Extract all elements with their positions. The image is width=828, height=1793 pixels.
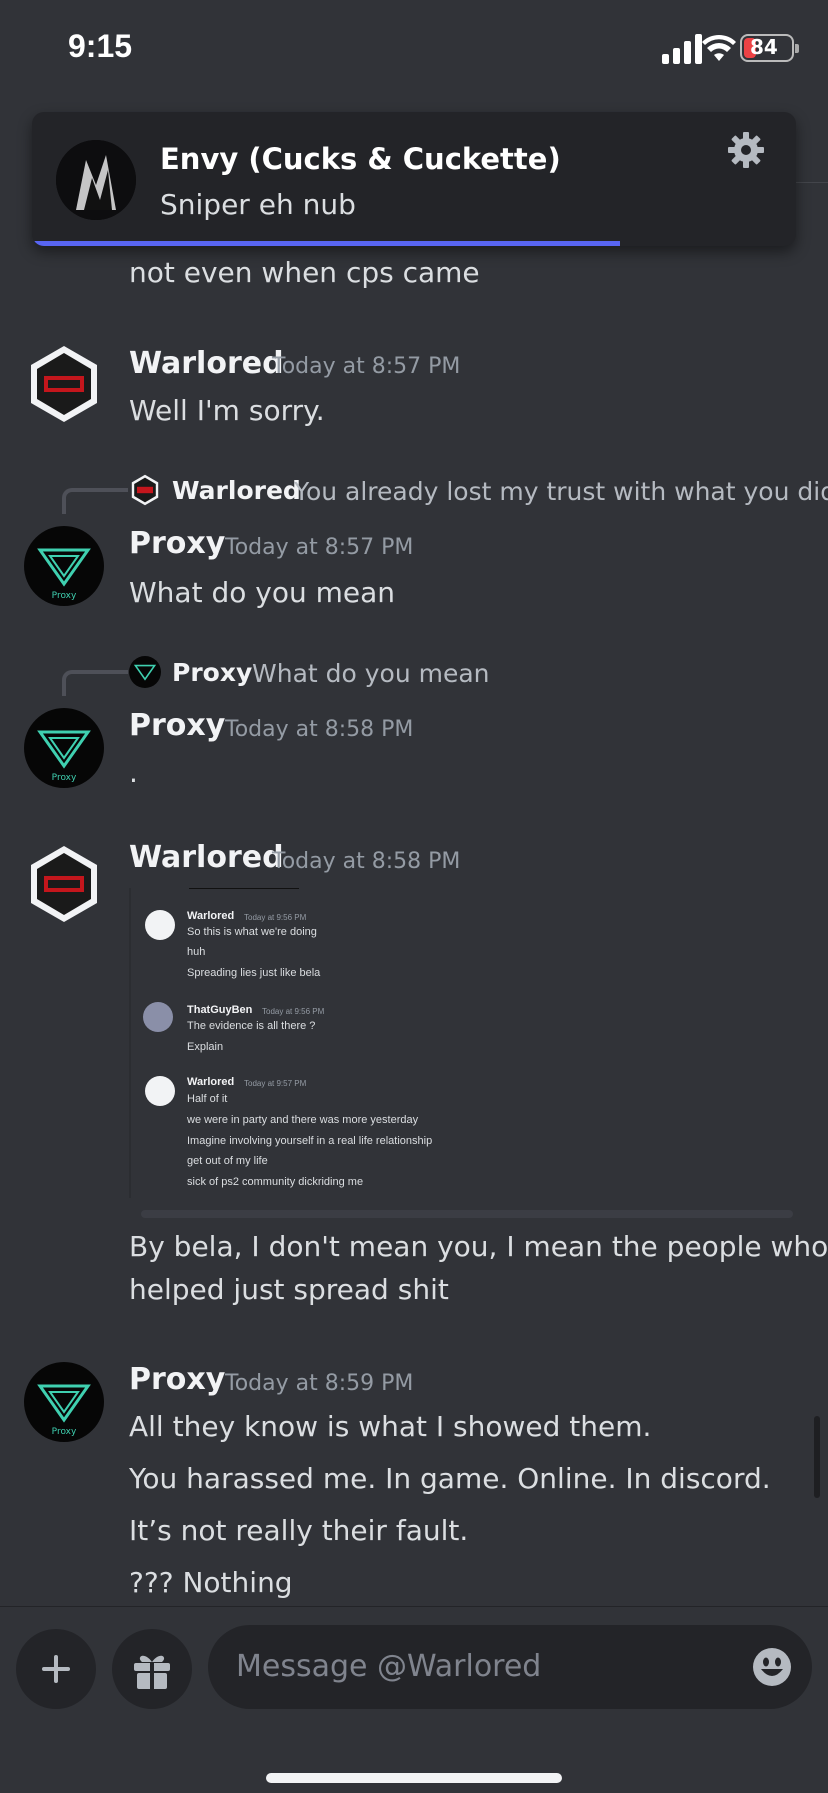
message-author[interactable]: Warlored bbox=[129, 346, 284, 381]
add-attachment-button[interactable] bbox=[16, 1629, 96, 1709]
svg-text:Proxy: Proxy bbox=[52, 773, 77, 783]
message-text: You harassed me. In game. Online. In dis… bbox=[129, 1462, 771, 1495]
signal-icon bbox=[662, 34, 702, 64]
message-text: All they know is what I showed them. bbox=[129, 1410, 652, 1443]
reply-avatar bbox=[129, 656, 161, 688]
reply-avatar bbox=[129, 474, 161, 506]
warlored-avatar-icon bbox=[31, 846, 97, 922]
message-author[interactable]: Proxy bbox=[129, 526, 225, 561]
embed-line: we were in party and there was more yest… bbox=[187, 1114, 419, 1126]
message-author[interactable]: Proxy bbox=[129, 1362, 225, 1397]
message-text: helped just spread shit bbox=[129, 1273, 449, 1306]
battery-level: 84 bbox=[750, 35, 778, 59]
gift-icon bbox=[134, 1655, 170, 1689]
embed-line: huh bbox=[187, 946, 206, 958]
proxy-avatar-icon bbox=[133, 664, 157, 681]
message-timestamp: Today at 8:59 PM bbox=[225, 1371, 414, 1396]
message-text: not even when cps came bbox=[129, 256, 480, 289]
message-input[interactable]: Message @Warlored bbox=[208, 1625, 812, 1709]
scrollbar[interactable] bbox=[814, 1416, 820, 1498]
svg-text:Proxy: Proxy bbox=[52, 591, 77, 601]
avatar[interactable]: Proxy bbox=[24, 1362, 104, 1442]
embed-line: Imagine involving yourself in a real lif… bbox=[187, 1135, 433, 1147]
message-timestamp: Today at 8:57 PM bbox=[272, 354, 461, 379]
avatar[interactable]: Proxy bbox=[24, 708, 104, 788]
message-timestamp: Today at 8:57 PM bbox=[225, 535, 414, 560]
embed-author: Warlored bbox=[187, 1076, 235, 1088]
message-text: Well I'm sorry. bbox=[129, 394, 325, 427]
battery-icon: 84 bbox=[740, 34, 799, 62]
embed-line: Spreading lies just like bela bbox=[187, 967, 321, 979]
embed-author: Warlored bbox=[187, 910, 235, 922]
warlored-avatar-icon bbox=[31, 346, 97, 422]
reply-preview[interactable]: You already lost my trust with what you … bbox=[294, 477, 828, 506]
notification-progress bbox=[32, 241, 621, 246]
message-input-placeholder: Message @Warlored bbox=[236, 1649, 542, 1684]
reply-connector bbox=[62, 670, 128, 696]
notification-avatar bbox=[56, 140, 136, 220]
message-text: ??? Nothing bbox=[129, 1566, 293, 1599]
image-attachment[interactable]: Warlored Today at 9:56 PM So this is wha… bbox=[129, 888, 793, 1220]
reply-preview[interactable]: What do you mean bbox=[252, 659, 490, 688]
avatar[interactable]: Proxy bbox=[24, 526, 104, 606]
embed-line: So this is what we're doing bbox=[187, 926, 317, 938]
embed-timestamp: Today at 9:56 PM bbox=[262, 1007, 325, 1016]
message-text: It’s not really their fault. bbox=[129, 1514, 469, 1547]
reply-author[interactable]: Warlored bbox=[172, 476, 301, 505]
wifi-icon bbox=[702, 34, 736, 61]
message-author[interactable]: Warlored bbox=[129, 840, 284, 875]
embed-line: get out of my life bbox=[187, 1155, 268, 1167]
embed-line: The evidence is all there ? bbox=[187, 1020, 316, 1032]
envy-avatar-icon bbox=[56, 140, 136, 220]
embed-author: ThatGuyBen bbox=[187, 1004, 253, 1016]
message-text: . bbox=[129, 756, 138, 789]
avatar[interactable] bbox=[24, 844, 104, 924]
reply-author[interactable]: Proxy bbox=[172, 658, 252, 687]
embed-line: Explain bbox=[187, 1041, 224, 1053]
proxy-avatar-icon: Proxy bbox=[37, 730, 91, 783]
gift-button[interactable] bbox=[112, 1629, 192, 1709]
home-indicator[interactable] bbox=[266, 1773, 562, 1783]
embed-avatar bbox=[145, 1076, 175, 1106]
warlored-avatar-icon bbox=[131, 474, 159, 506]
embed-avatar bbox=[145, 910, 175, 940]
reply-connector bbox=[62, 488, 128, 514]
message-timestamp: Today at 8:58 PM bbox=[225, 717, 414, 742]
embed-timestamp: Today at 9:57 PM bbox=[244, 1079, 307, 1088]
proxy-avatar-icon: Proxy bbox=[37, 548, 91, 601]
message-composer: Message @Warlored bbox=[0, 1606, 828, 1793]
avatar[interactable] bbox=[24, 344, 104, 424]
emoji-icon[interactable] bbox=[752, 1647, 792, 1687]
notification-banner[interactable]: Envy (Cucks & Cuckette) Sniper eh nub bbox=[32, 112, 796, 246]
embed-avatar bbox=[143, 1002, 173, 1032]
status-bar: 9:15 84 bbox=[0, 0, 828, 100]
embed-line: sick of ps2 community dickriding me bbox=[187, 1176, 364, 1188]
message-timestamp: Today at 8:58 PM bbox=[272, 849, 461, 874]
notification-title: Envy (Cucks & Cuckette) bbox=[160, 142, 561, 176]
embed-timestamp: Today at 9:56 PM bbox=[244, 913, 307, 922]
embed-line: Half of it bbox=[187, 1093, 228, 1105]
message-text: By bela, I don't mean you, I mean the pe… bbox=[129, 1230, 828, 1263]
message-author[interactable]: Proxy bbox=[129, 708, 225, 743]
notification-body: Sniper eh nub bbox=[160, 188, 356, 221]
svg-text:Proxy: Proxy bbox=[52, 1427, 77, 1437]
plus-icon bbox=[42, 1655, 70, 1683]
proxy-avatar-icon: Proxy bbox=[37, 1384, 91, 1437]
gear-icon[interactable] bbox=[726, 130, 766, 170]
header-divider bbox=[796, 182, 828, 183]
message-text: What do you mean bbox=[129, 576, 396, 609]
status-time: 9:15 bbox=[68, 28, 133, 64]
